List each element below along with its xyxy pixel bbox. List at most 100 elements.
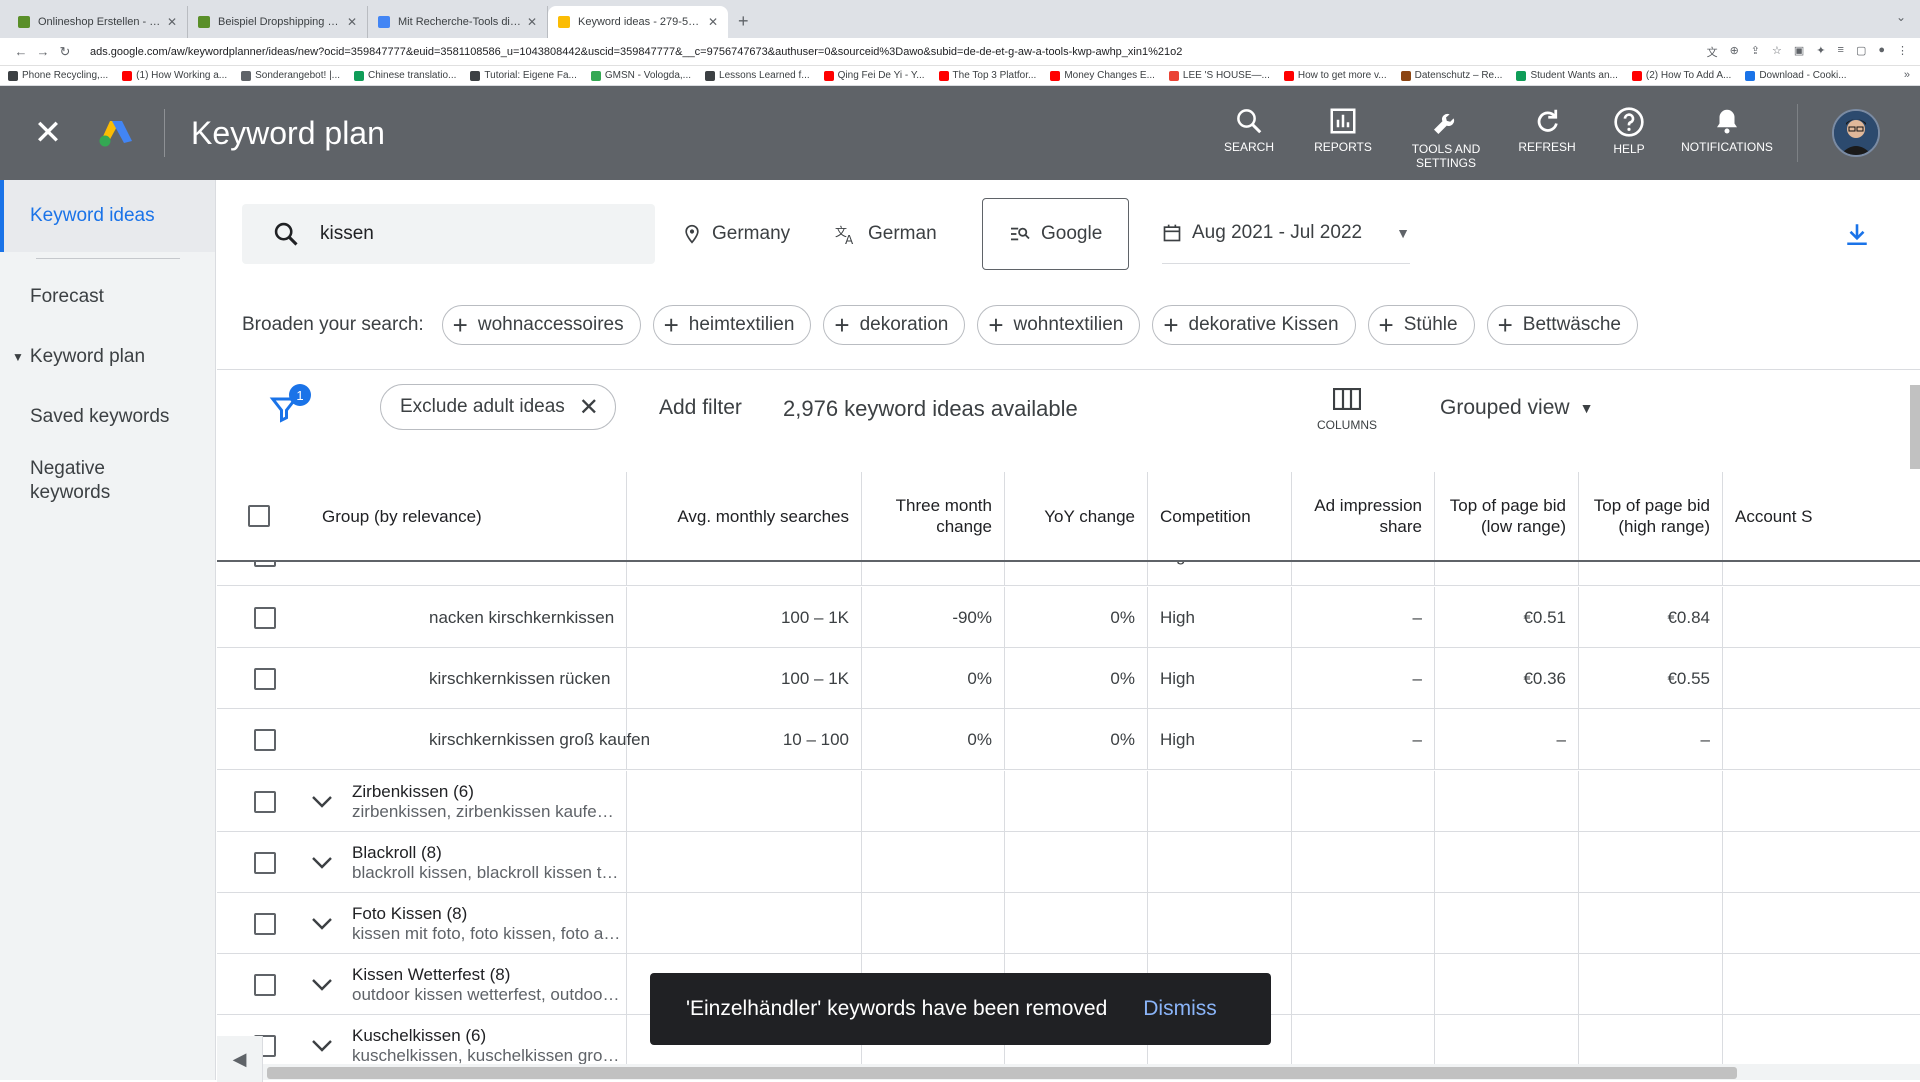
- back-icon[interactable]: ←: [10, 44, 32, 59]
- avatar[interactable]: [1832, 109, 1880, 157]
- column-header-avg-searches[interactable]: Avg. monthly searches: [627, 472, 862, 560]
- exclude-adult-filter-chip[interactable]: Exclude adult ideas ✕: [380, 384, 616, 430]
- columns-button[interactable]: COLUMNS: [1317, 388, 1377, 432]
- vertical-scrollbar[interactable]: [1910, 385, 1920, 469]
- header-tools-button[interactable]: TOOLS AND SETTINGS: [1401, 106, 1491, 170]
- broaden-chip[interactable]: + heimtextilien: [652, 304, 812, 345]
- browser-tab[interactable]: Onlineshop Erstellen - Einfach ✕: [8, 6, 188, 38]
- table-row[interactable]: nacken kirschkernkissen 100 – 1K -90% 0%…: [217, 587, 1920, 648]
- bookmark-item[interactable]: Phone Recycling,...: [8, 70, 108, 81]
- bookmark-star-icon[interactable]: ☆: [1772, 44, 1782, 60]
- share-icon[interactable]: ⇪: [1751, 44, 1760, 60]
- column-header-yoy-change[interactable]: YoY change: [1005, 472, 1148, 560]
- sidebar-item-negative-keywords[interactable]: Negative keywords: [0, 447, 215, 515]
- column-header-bid-low[interactable]: Top of page bid (low range): [1435, 472, 1579, 560]
- close-tab-icon[interactable]: ✕: [708, 15, 718, 29]
- expand-chevron-icon[interactable]: [292, 856, 352, 870]
- column-header-three-month-change[interactable]: Three month change: [862, 472, 1005, 560]
- add-filter-button[interactable]: Add filter: [659, 396, 742, 420]
- grouped-view-dropdown[interactable]: Grouped view ▼: [1440, 396, 1593, 420]
- close-tab-icon[interactable]: ✕: [527, 15, 537, 29]
- keyword-search-input[interactable]: kissen: [242, 204, 655, 264]
- select-all-checkbox[interactable]: [247, 505, 270, 527]
- horizontal-scrollbar[interactable]: ◀: [217, 1036, 1920, 1082]
- broaden-chip[interactable]: + dekoration: [823, 304, 966, 345]
- expand-chevron-icon[interactable]: [292, 795, 352, 809]
- bookmark-item[interactable]: How to get more v...: [1283, 70, 1387, 81]
- zoom-icon[interactable]: ⊕: [1730, 44, 1739, 60]
- puzzle-icon[interactable]: ✦: [1816, 44, 1825, 60]
- sidebar-item-forecast[interactable]: Forecast: [0, 267, 215, 327]
- table-row[interactable]: kirschkernkissen rücken 100 – 1K 0% 0% H…: [217, 648, 1920, 709]
- browser-tab[interactable]: Mit Recherche-Tools die richtig ✕: [368, 6, 548, 38]
- bookmark-item[interactable]: Sonderangebot! |...: [241, 70, 340, 81]
- header-reports-button[interactable]: REPORTS: [1303, 106, 1383, 154]
- translate-icon[interactable]: 文: [1707, 44, 1718, 60]
- group-row[interactable]: Foto Kissen (8) kissen mit foto, foto kis…: [217, 893, 1920, 954]
- bookmark-item[interactable]: Student Wants an...: [1516, 70, 1618, 81]
- sidebar-item-keyword-plan[interactable]: ▼ Keyword plan: [0, 327, 215, 387]
- header-search-button[interactable]: SEARCH: [1209, 106, 1289, 154]
- close-icon[interactable]: ✕: [0, 113, 96, 153]
- table-row[interactable]: kirschkernkissen groß kaufen 10 – 100 0%…: [217, 709, 1920, 770]
- reading-list-icon[interactable]: ≡: [1838, 44, 1844, 60]
- download-icon[interactable]: [1844, 220, 1870, 248]
- language-selector[interactable]: 文A German: [834, 204, 937, 264]
- date-range-selector[interactable]: Aug 2021 - Jul 2022 ▼: [1162, 204, 1410, 264]
- bookmark-item[interactable]: The Top 3 Platfor...: [938, 70, 1036, 81]
- scrollbar-thumb[interactable]: [267, 1067, 1737, 1079]
- column-header-group[interactable]: Group (by relevance): [292, 472, 627, 560]
- bookmark-item[interactable]: Lessons Learned f...: [705, 70, 810, 81]
- bookmark-item[interactable]: (1) How Working a...: [122, 70, 227, 81]
- more-bookmarks-icon[interactable]: »: [1904, 69, 1910, 81]
- sidebar-item-saved-keywords[interactable]: Saved keywords: [0, 387, 215, 447]
- column-header-bid-high[interactable]: Top of page bid (high range): [1579, 472, 1723, 560]
- new-tab-icon[interactable]: +: [728, 11, 759, 38]
- group-row[interactable]: Zirbenkissen (6) zirbenkissen, zirbenkiss…: [217, 771, 1920, 832]
- dismiss-button[interactable]: Dismiss: [1143, 997, 1217, 1021]
- expand-chevron-icon[interactable]: [292, 917, 352, 931]
- header-refresh-button[interactable]: REFRESH: [1507, 106, 1587, 154]
- row-checkbox[interactable]: [253, 728, 276, 751]
- bookmark-item[interactable]: Tutorial: Eigene Fa...: [470, 70, 577, 81]
- sidebar-item-keyword-ideas[interactable]: Keyword ideas: [0, 180, 215, 252]
- column-header-competition[interactable]: Competition: [1148, 472, 1292, 560]
- url-field[interactable]: ads.google.com/aw/keywordplanner/ideas/n…: [90, 46, 1707, 58]
- google-ads-logo-icon[interactable]: [96, 113, 136, 153]
- column-header-ad-impression-share[interactable]: Ad impression share: [1292, 472, 1435, 560]
- row-checkbox[interactable]: [253, 667, 276, 690]
- sidepanel-icon[interactable]: ▢: [1856, 44, 1866, 60]
- bookmark-item[interactable]: Datenschutz – Re...: [1400, 70, 1502, 81]
- reload-icon[interactable]: ↻: [54, 44, 76, 60]
- bookmark-item[interactable]: Download - Cooki...: [1745, 70, 1847, 81]
- header-help-button[interactable]: HELP: [1599, 106, 1659, 156]
- bookmark-item[interactable]: LEE 'S HOUSE—...: [1168, 70, 1270, 81]
- broaden-chip[interactable]: + wohnaccessoires: [441, 304, 641, 345]
- remove-filter-icon[interactable]: ✕: [579, 393, 599, 422]
- broaden-chip[interactable]: + wohntextilien: [977, 304, 1141, 345]
- group-row[interactable]: Blackroll (8) blackroll kissen, blackroll…: [217, 832, 1920, 893]
- close-tab-icon[interactable]: ✕: [347, 15, 357, 29]
- browser-tab-active[interactable]: Keyword ideas - 279-560-189 ✕: [548, 6, 728, 38]
- profile-icon[interactable]: ●: [1878, 44, 1885, 60]
- header-notifications-button[interactable]: NOTIFICATIONS: [1677, 106, 1777, 154]
- bookmark-item[interactable]: Qing Fei De Yi - Y...: [823, 70, 925, 81]
- extension-icon[interactable]: ▣: [1794, 44, 1804, 60]
- expand-chevron-icon[interactable]: [292, 1039, 352, 1053]
- close-tab-icon[interactable]: ✕: [167, 15, 177, 29]
- search-network-selector[interactable]: Google: [982, 198, 1130, 270]
- tab-search-icon[interactable]: ⌄: [1896, 10, 1906, 24]
- bookmark-item[interactable]: Chinese translatio...: [354, 70, 456, 81]
- bookmark-item[interactable]: (2) How To Add A...: [1631, 70, 1731, 81]
- broaden-chip[interactable]: + dekorative Kissen: [1152, 304, 1356, 345]
- bookmark-item[interactable]: Money Changes E...: [1050, 70, 1155, 81]
- expand-chevron-icon[interactable]: [292, 978, 352, 992]
- row-checkbox[interactable]: [253, 606, 276, 629]
- broaden-chip[interactable]: + Bettwäsche: [1486, 304, 1638, 345]
- browser-tab[interactable]: Beispiel Dropshipping Store - K ✕: [188, 6, 368, 38]
- broaden-chip[interactable]: + Stühle: [1367, 304, 1475, 345]
- forward-icon[interactable]: →: [32, 44, 54, 59]
- menu-icon[interactable]: ⋮: [1897, 44, 1908, 60]
- column-header-account-status[interactable]: Account S: [1723, 472, 1920, 560]
- scroll-left-icon[interactable]: ◀: [217, 1036, 263, 1082]
